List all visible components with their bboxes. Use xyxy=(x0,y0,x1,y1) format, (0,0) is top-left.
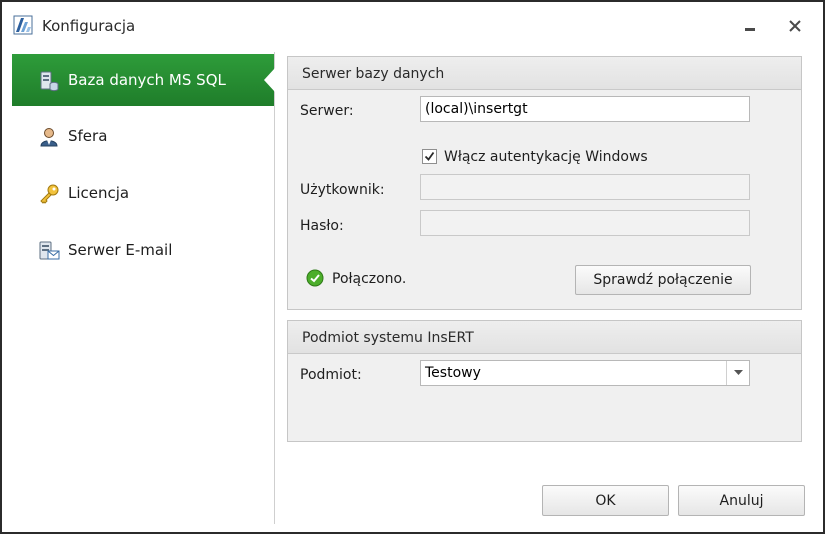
sidebar-item-label: Sfera xyxy=(68,127,108,145)
cancel-button[interactable]: Anuluj xyxy=(678,485,805,516)
connection-status: Połączono. xyxy=(332,271,407,287)
insert-entity-group: Podmiot systemu InsERT Podmiot: Testowy xyxy=(287,320,802,442)
server-label: Serwer: xyxy=(300,103,354,119)
sidebar-item-email-server[interactable]: Serwer E-mail xyxy=(12,224,274,276)
sidebar-item-label: Serwer E-mail xyxy=(68,241,173,259)
configuration-window: Konfiguracja Baza danych MS SQL Sfera Li… xyxy=(0,0,825,534)
entity-label: Podmiot: xyxy=(300,367,362,383)
email-server-icon xyxy=(38,240,60,262)
minimize-button[interactable] xyxy=(737,14,763,38)
entity-select[interactable]: Testowy xyxy=(420,360,750,386)
entity-select-value: Testowy xyxy=(425,365,481,381)
windows-auth-checkbox[interactable] xyxy=(422,149,437,164)
success-check-icon xyxy=(306,269,324,287)
sidebar-item-label: Licencja xyxy=(68,184,130,202)
key-icon xyxy=(38,183,60,205)
group-header: Serwer bazy danych xyxy=(288,57,801,90)
server-input[interactable]: (local)\insertgt xyxy=(420,96,750,122)
database-server-group: Serwer bazy danych Serwer: (local)\inser… xyxy=(287,56,802,310)
chevron-down-icon xyxy=(733,370,743,375)
sidebar: Baza danych MS SQL Sfera Licencja Serwer… xyxy=(12,52,275,524)
active-indicator xyxy=(264,68,275,92)
window-title: Konfiguracja xyxy=(42,17,136,35)
dropdown-button[interactable] xyxy=(726,361,749,385)
group-title: Serwer bazy danych xyxy=(302,66,445,82)
user-icon xyxy=(38,126,60,148)
sidebar-item-sfera[interactable]: Sfera xyxy=(12,110,274,162)
user-label: Użytkownik: xyxy=(300,182,385,198)
content-panel: Serwer bazy danych Serwer: (local)\inser… xyxy=(275,52,813,524)
insert-logo-icon xyxy=(13,15,33,35)
group-header: Podmiot systemu InsERT xyxy=(288,321,801,354)
database-server-icon xyxy=(38,70,60,92)
windows-auth-label: Włącz autentykację Windows xyxy=(444,149,648,165)
password-input[interactable] xyxy=(420,210,750,236)
minimize-icon xyxy=(745,28,755,31)
close-icon xyxy=(789,20,801,32)
sidebar-item-database[interactable]: Baza danych MS SQL xyxy=(12,54,275,106)
password-label: Hasło: xyxy=(300,218,344,234)
checkmark-icon xyxy=(424,151,435,161)
sidebar-item-label: Baza danych MS SQL xyxy=(68,71,226,89)
test-connection-button[interactable]: Sprawdź połączenie xyxy=(575,265,751,295)
user-input[interactable] xyxy=(420,174,750,200)
sidebar-item-licencja[interactable]: Licencja xyxy=(12,167,274,219)
group-title: Podmiot systemu InsERT xyxy=(302,330,474,346)
ok-button[interactable]: OK xyxy=(542,485,669,516)
close-button[interactable] xyxy=(782,14,808,38)
title-bar: Konfiguracja xyxy=(2,2,823,50)
